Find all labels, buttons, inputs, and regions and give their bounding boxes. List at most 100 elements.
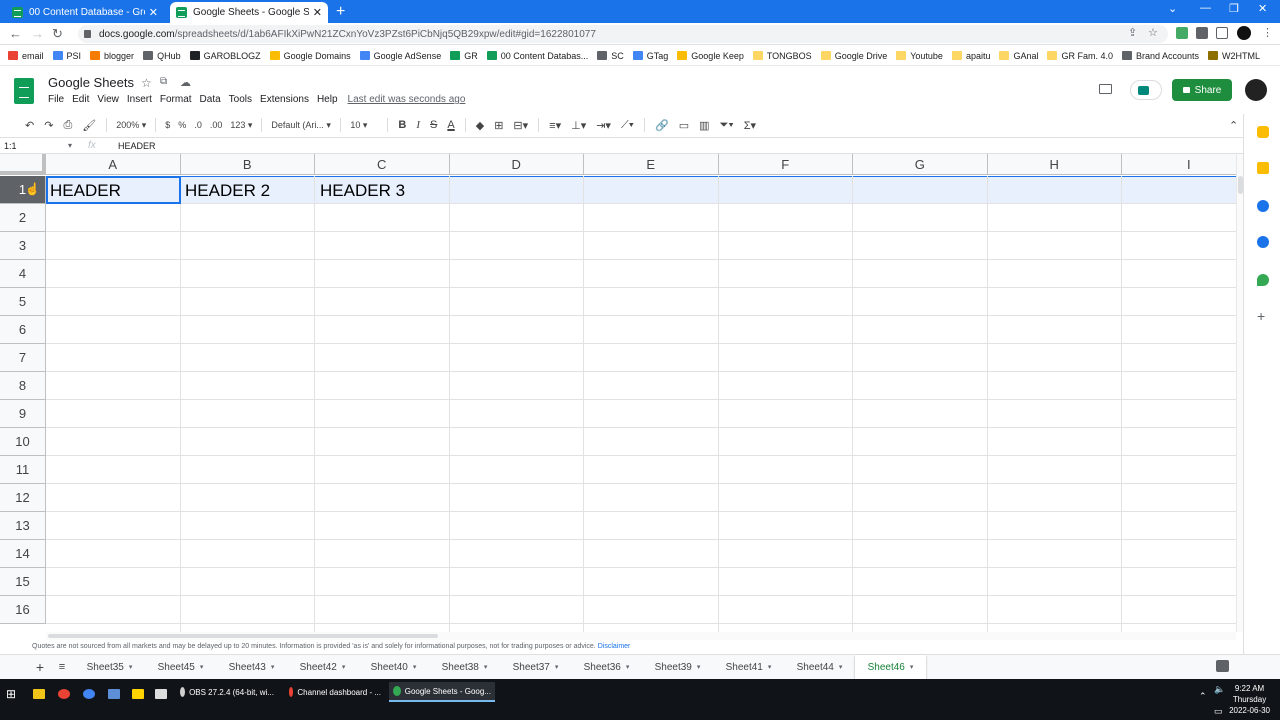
maps-icon[interactable]: [1257, 274, 1269, 286]
sheet-tab-sheet40[interactable]: Sheet40 ▾: [358, 655, 429, 680]
close-tab-icon[interactable]: ✕: [149, 6, 158, 19]
select-all-corner[interactable]: [0, 154, 46, 175]
document-title[interactable]: Google Sheets: [48, 75, 134, 90]
sheets-logo-icon[interactable]: [14, 78, 34, 104]
bookmark-item[interactable]: Google AdSense: [359, 51, 441, 61]
name-box-dropdown-icon[interactable]: ▾: [68, 141, 88, 150]
sheet-tab-menu-icon[interactable]: ▾: [910, 663, 914, 671]
sheet-tab-sheet37[interactable]: Sheet37 ▾: [500, 655, 571, 680]
row-header-14[interactable]: 14: [0, 540, 46, 568]
sheet-tab-menu-icon[interactable]: ▾: [271, 663, 275, 671]
bookmark-item[interactable]: SC: [597, 51, 624, 61]
row-header-12[interactable]: 12: [0, 484, 46, 512]
font-size-select[interactable]: 10 ▾: [350, 120, 378, 131]
sheet-tab-sheet35[interactable]: Sheet35 ▾: [74, 655, 145, 680]
bookmark-item[interactable]: W2HTML: [1208, 51, 1260, 61]
bookmark-item[interactable]: Google Domains: [269, 51, 351, 61]
browser-tab-google-sheets[interactable]: Google Sheets - Google Sheets ✕: [170, 2, 328, 23]
forward-arrow-icon[interactable]: →: [31, 26, 44, 41]
paint-format-icon[interactable]: 🖌: [82, 119, 96, 132]
sheet-tab-sheet42[interactable]: Sheet42 ▾: [287, 655, 358, 680]
extension-icon[interactable]: [1176, 27, 1188, 39]
bookmark-star-icon[interactable]: ☆: [1148, 26, 1158, 39]
sheet-tab-menu-icon[interactable]: ▾: [129, 663, 133, 671]
sheet-tab-sheet36[interactable]: Sheet36 ▾: [571, 655, 642, 680]
sheet-tab-menu-icon[interactable]: ▾: [839, 663, 843, 671]
menu-insert[interactable]: Insert: [127, 94, 152, 105]
fill-color-icon[interactable]: ◆: [476, 119, 484, 132]
sheet-tab-sheet43[interactable]: Sheet43 ▾: [216, 655, 287, 680]
cell-c1[interactable]: HEADER 3: [316, 177, 451, 204]
scroll-thumb[interactable]: [48, 634, 438, 638]
chrome-menu-icon[interactable]: ⋮: [1262, 26, 1273, 39]
disclaimer-link[interactable]: Disclaimer: [598, 643, 631, 650]
sheet-tab-menu-icon[interactable]: ▾: [200, 663, 204, 671]
name-box[interactable]: 1:1: [0, 141, 68, 151]
sheet-tab-sheet45[interactable]: Sheet45 ▾: [145, 655, 216, 680]
redo-icon[interactable]: ↷: [44, 119, 53, 132]
bookmark-item[interactable]: GAROBLOGZ: [189, 51, 261, 61]
row-header-4[interactable]: 4: [0, 260, 46, 288]
column-header-f[interactable]: F: [718, 154, 853, 175]
sheet-tab-menu-icon[interactable]: ▾: [626, 663, 630, 671]
column-header-h[interactable]: H: [987, 154, 1122, 175]
extensions-puzzle-icon[interactable]: [1196, 27, 1208, 39]
row-header-11[interactable]: 11: [0, 456, 46, 484]
minimize-button[interactable]: —: [1200, 2, 1211, 14]
insert-comment-icon[interactable]: ▭: [679, 119, 689, 132]
print-icon[interactable]: ⎙: [63, 119, 72, 132]
collapse-toolbar-icon[interactable]: ⌃: [1229, 119, 1238, 132]
column-header-g[interactable]: G: [853, 154, 988, 175]
chrome-icon[interactable]: [58, 689, 70, 699]
sheet-tab-sheet38[interactable]: Sheet38 ▾: [429, 655, 500, 680]
taskbar-app[interactable]: Channel dashboard - ...: [285, 682, 385, 702]
reload-icon[interactable]: ↻: [52, 26, 63, 42]
menu-tools[interactable]: Tools: [229, 94, 252, 105]
bookmark-item[interactable]: GR Fam. 4.0: [1047, 51, 1113, 61]
notepad-icon[interactable]: [155, 689, 167, 699]
font-select[interactable]: Default (Ari... ▾: [271, 120, 331, 131]
bookmark-item[interactable]: Youtube: [896, 51, 943, 61]
profile-avatar[interactable]: [1237, 26, 1251, 40]
network-icon[interactable]: ▭: [1214, 706, 1223, 717]
text-rotate-icon[interactable]: ⟋▾: [621, 119, 634, 132]
last-edit-link[interactable]: Last edit was seconds ago: [348, 94, 466, 105]
row-header-2[interactable]: 2: [0, 204, 46, 232]
tray-expand-icon[interactable]: ⌃: [1199, 691, 1207, 702]
bookmark-item[interactable]: Brand Accounts: [1122, 51, 1199, 61]
strikethrough-button[interactable]: S: [430, 119, 437, 131]
bookmark-item[interactable]: GR: [450, 51, 478, 61]
row-header-10[interactable]: 10: [0, 428, 46, 456]
sheet-tab-sheet39[interactable]: Sheet39 ▾: [642, 655, 713, 680]
file-explorer-icon[interactable]: [33, 689, 45, 699]
column-header-d[interactable]: D: [449, 154, 584, 175]
cell-b1[interactable]: HEADER 2: [181, 177, 316, 204]
url-field[interactable]: docs.google.com/spreadsheets/d/1ab6AFIkX…: [78, 25, 1168, 43]
merge-cells-icon[interactable]: ⊟▾: [513, 119, 528, 132]
column-header-c[interactable]: C: [315, 154, 450, 175]
add-addon-icon[interactable]: +: [1257, 309, 1269, 323]
menu-data[interactable]: Data: [200, 94, 221, 105]
bookmark-item[interactable]: QHub: [143, 51, 181, 61]
row-header-3[interactable]: 3: [0, 232, 46, 260]
sheet-tab-menu-icon[interactable]: ▾: [342, 663, 346, 671]
increase-decimal-button[interactable]: .00: [210, 120, 223, 130]
horizontal-scrollbar[interactable]: [46, 632, 1236, 640]
row-header-5[interactable]: 5: [0, 288, 46, 316]
explore-icon[interactable]: [1216, 660, 1229, 672]
functions-button[interactable]: Σ▾: [744, 119, 756, 132]
tab-search-icon[interactable]: ⌄: [1168, 2, 1177, 15]
column-header-e[interactable]: E: [584, 154, 719, 175]
menu-help[interactable]: Help: [317, 94, 338, 105]
insert-chart-icon[interactable]: ▥: [699, 119, 709, 132]
undo-icon[interactable]: ↶: [25, 119, 34, 132]
text-color-button[interactable]: A: [447, 119, 454, 131]
bookmark-item[interactable]: apaitu: [951, 51, 990, 61]
insert-link-icon[interactable]: 🔗: [655, 119, 669, 132]
bookmark-item[interactable]: GAnal: [999, 51, 1038, 61]
calendar-icon[interactable]: [1257, 126, 1269, 138]
vertical-scrollbar[interactable]: [1236, 154, 1243, 632]
bookmark-item[interactable]: PSI: [52, 51, 81, 61]
column-header-a[interactable]: A: [46, 154, 181, 175]
menu-extensions[interactable]: Extensions: [260, 94, 309, 105]
